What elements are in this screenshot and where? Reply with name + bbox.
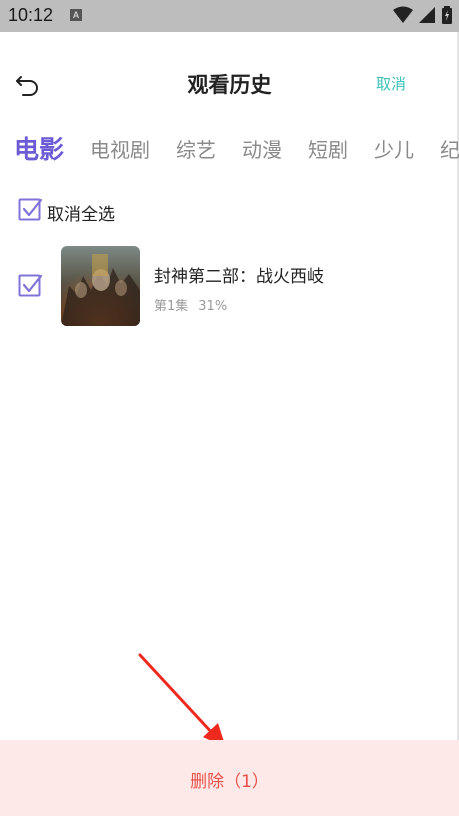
tab-kids[interactable]: 少儿 — [374, 134, 414, 163]
item-checkbox-icon[interactable] — [18, 274, 43, 299]
tab-tv-series[interactable]: 电视剧 — [90, 134, 150, 163]
status-icons — [392, 6, 453, 24]
movie-poster — [61, 246, 140, 326]
status-time: 10:12 — [8, 5, 54, 25]
cancel-button[interactable]: 取消 — [376, 73, 406, 94]
history-item[interactable]: 封神第二部：战火西岐 第1集 31% — [0, 246, 459, 328]
delete-button[interactable]: 删除（1） — [0, 767, 459, 792]
tab-anime[interactable]: 动漫 — [242, 134, 282, 163]
tab-variety[interactable]: 综艺 — [176, 134, 216, 163]
item-progress: 31% — [198, 299, 228, 314]
bottom-action-bar: 删除（1） — [0, 740, 459, 816]
status-bar: 10:12 A — [0, 0, 459, 32]
item-title: 封神第二部：战火西岐 — [154, 267, 324, 287]
checkbox-checked-icon — [18, 198, 43, 221]
signal-icon — [418, 7, 435, 23]
tab-movie[interactable]: 电影 — [14, 130, 64, 166]
wifi-icon — [392, 6, 413, 23]
tab-documentary[interactable]: 纪 — [440, 134, 459, 163]
category-tabs: 电影 电视剧 综艺 动漫 短剧 少儿 纪 — [0, 128, 459, 168]
tab-short-drama[interactable]: 短剧 — [308, 134, 348, 163]
notification-icon: A — [70, 9, 82, 21]
header: 观看历史 取消 — [0, 32, 459, 132]
select-all-label: 取消全选 — [47, 205, 115, 225]
battery-icon — [442, 6, 452, 24]
item-meta: 第1集 31% — [154, 295, 227, 314]
item-episode: 第1集 — [154, 299, 189, 314]
